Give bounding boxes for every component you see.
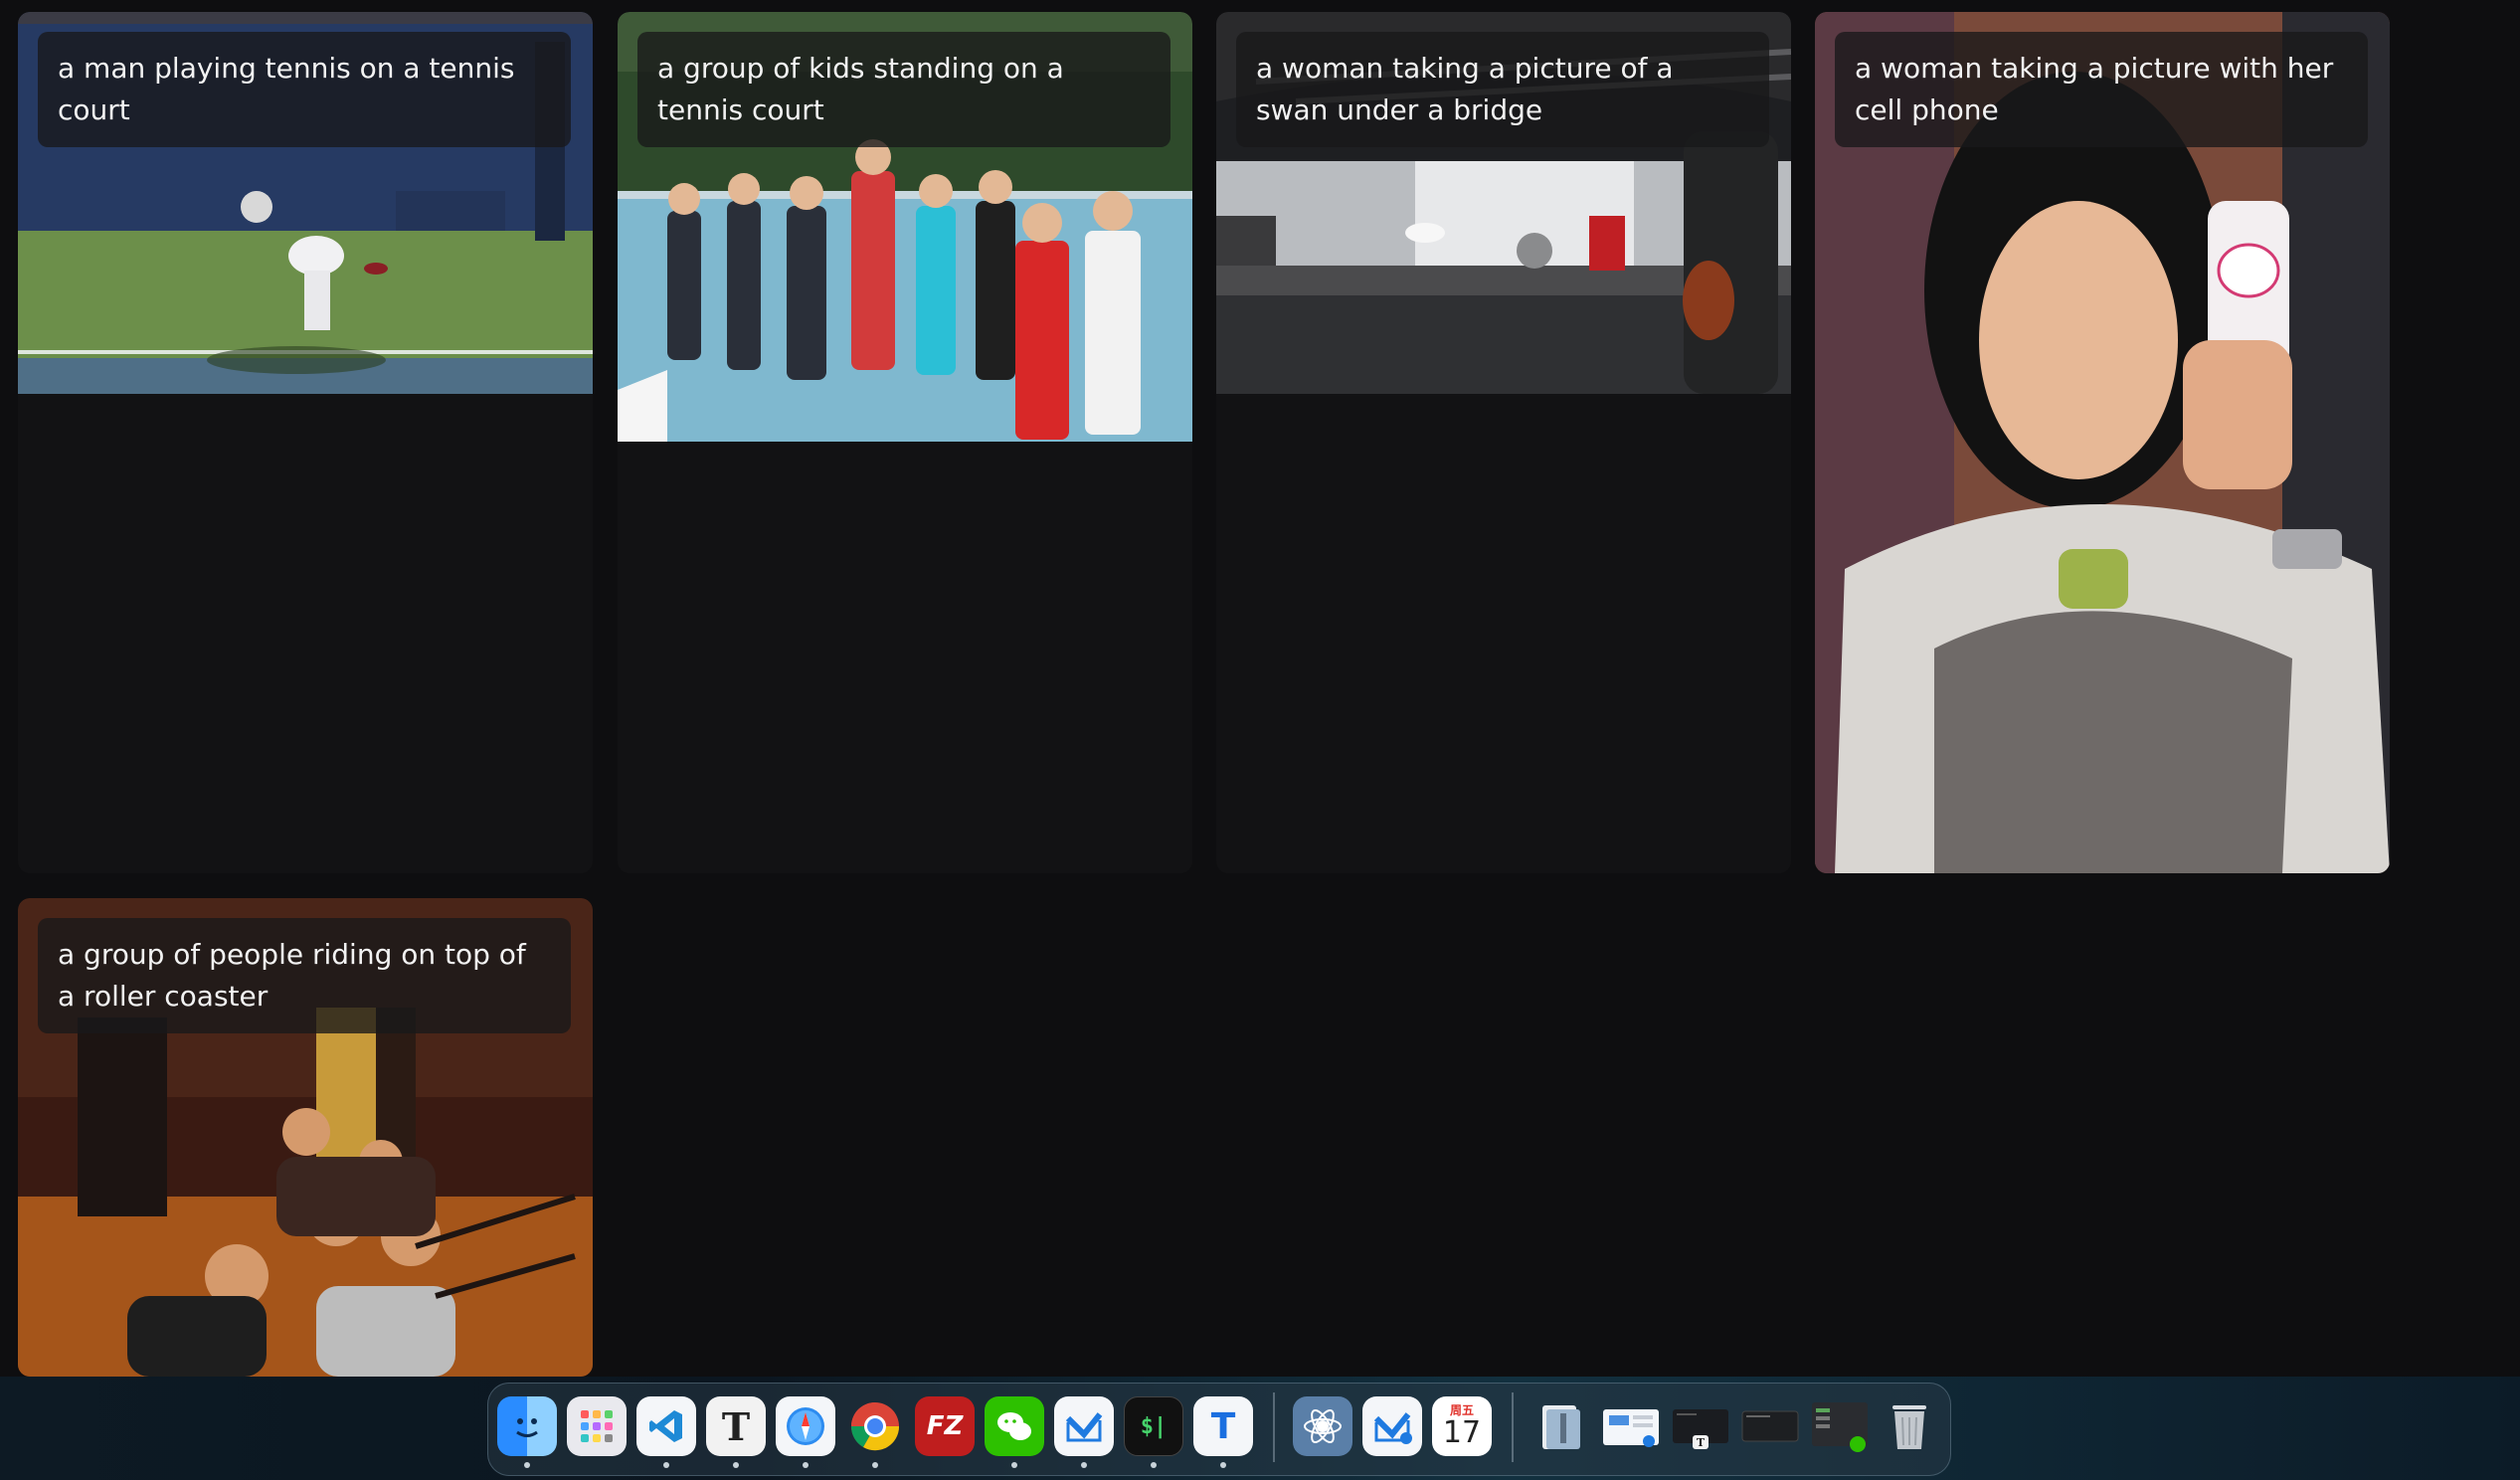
dock-separator xyxy=(1512,1392,1514,1462)
terminal-icon[interactable]: $| xyxy=(1124,1396,1183,1456)
launchpad-icon[interactable] xyxy=(567,1396,627,1456)
dock-separator xyxy=(1273,1392,1275,1462)
calendar-icon[interactable]: 周五 17 xyxy=(1432,1396,1492,1456)
svg-text:T: T xyxy=(1697,1436,1706,1449)
gallery-card[interactable]: a group of kids standing on a tennis cou… xyxy=(618,12,1192,873)
card-caption: a man playing tennis on a tennis court xyxy=(38,32,571,147)
ai-app-icon[interactable] xyxy=(1293,1396,1352,1456)
card-caption: a woman taking a picture with her cell p… xyxy=(1835,32,2368,147)
gallery-card[interactable]: a man playing tennis on a tennis court xyxy=(18,12,593,873)
vscode-icon[interactable] xyxy=(636,1396,696,1456)
gallery-canvas: a man playing tennis on a tennis court a… xyxy=(0,0,2520,1377)
trash-icon[interactable] xyxy=(1880,1396,1939,1456)
card-caption: a group of kids standing on a tennis cou… xyxy=(637,32,1170,147)
typora-window-icon[interactable]: T xyxy=(1671,1396,1730,1456)
wechat-window-icon[interactable] xyxy=(1810,1396,1870,1456)
gallery-card[interactable]: a woman taking a picture with her cell p… xyxy=(1815,12,2390,873)
archive-icon[interactable] xyxy=(1531,1396,1591,1456)
gallery-card[interactable]: a group of people riding on top of a rol… xyxy=(18,898,593,1377)
card-caption: a group of people riding on top of a rol… xyxy=(38,918,571,1033)
mail-icon[interactable] xyxy=(1054,1396,1114,1456)
mail-alt-icon[interactable] xyxy=(1362,1396,1422,1456)
gallery-card[interactable]: a woman taking a picture of a swan under… xyxy=(1216,12,1791,873)
terminal-window-icon[interactable] xyxy=(1740,1396,1800,1456)
filezilla-icon[interactable]: FZ xyxy=(915,1396,975,1456)
teams-icon[interactable]: T xyxy=(1193,1396,1253,1456)
chrome-icon[interactable] xyxy=(845,1396,905,1456)
wechat-icon[interactable] xyxy=(985,1396,1044,1456)
finder-icon[interactable] xyxy=(497,1396,557,1456)
safari-icon[interactable] xyxy=(776,1396,835,1456)
calendar-day: 17 xyxy=(1442,1415,1482,1450)
card-caption: a woman taking a picture of a swan under… xyxy=(1236,32,1769,147)
preview-window-icon[interactable] xyxy=(1601,1396,1661,1456)
typora-icon[interactable]: T xyxy=(706,1396,766,1456)
